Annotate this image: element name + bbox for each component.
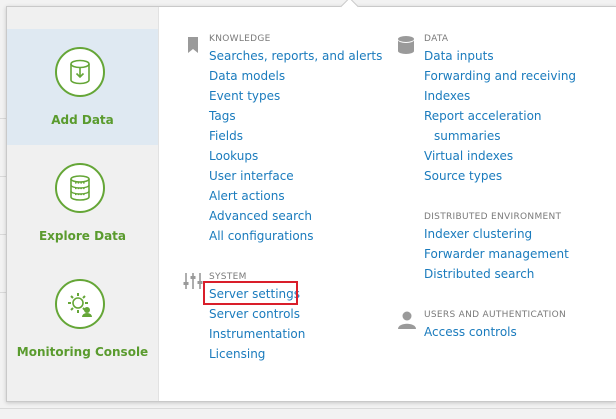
user-icon (398, 311, 416, 333)
database-icon (398, 36, 414, 58)
background-divider (0, 408, 616, 409)
link-forwarder-management[interactable]: Forwarder management (424, 244, 569, 264)
link-data-inputs[interactable]: Data inputs (424, 46, 576, 66)
users-section: USERS AND AUTHENTICATION Access controls (424, 308, 566, 342)
explore-data-tile[interactable]: Explore Data (7, 145, 158, 261)
link-server-controls[interactable]: Server controls (209, 304, 305, 324)
settings-dropdown-menu: Add Data Explore Data Monitoring Console… (6, 0, 616, 402)
link-licensing[interactable]: Licensing (209, 344, 305, 364)
link-source-types[interactable]: Source types (424, 166, 576, 186)
quick-actions-pane: Add Data Explore Data Monitoring Console (7, 7, 159, 401)
system-heading: SYSTEM (209, 272, 247, 282)
users-heading: USERS AND AUTHENTICATION (424, 310, 566, 320)
monitoring-console-label: Monitoring Console (16, 345, 149, 359)
add-data-icon (55, 47, 105, 97)
link-searches-reports-alerts[interactable]: Searches, reports, and alerts (209, 46, 382, 66)
link-server-settings[interactable]: Server settings (203, 281, 305, 305)
bookmark-icon (188, 37, 198, 57)
link-report-acceleration-summaries[interactable]: summaries (424, 126, 576, 146)
link-distributed-search[interactable]: Distributed search (424, 264, 569, 284)
link-data-models[interactable]: Data models (209, 66, 382, 86)
link-alert-actions[interactable]: Alert actions (209, 186, 382, 206)
distributed-section: DISTRIBUTED ENVIRONMENT Indexer clusteri… (424, 210, 569, 284)
sliders-icon (183, 273, 203, 293)
link-report-acceleration[interactable]: Report acceleration (424, 106, 576, 126)
explore-data-icon (55, 163, 105, 213)
data-heading: DATA (424, 34, 449, 44)
link-event-types[interactable]: Event types (209, 86, 382, 106)
link-virtual-indexes[interactable]: Virtual indexes (424, 146, 576, 166)
monitoring-console-tile[interactable]: Monitoring Console (7, 261, 158, 377)
link-indexer-clustering[interactable]: Indexer clustering (424, 224, 569, 244)
system-section: SYSTEM Server settings Server controls I… (203, 270, 305, 364)
link-advanced-search[interactable]: Advanced search (209, 206, 382, 226)
link-instrumentation[interactable]: Instrumentation (209, 324, 305, 344)
link-tags[interactable]: Tags (209, 106, 382, 126)
link-fields[interactable]: Fields (209, 126, 382, 146)
monitoring-console-icon (55, 279, 105, 329)
add-data-tile[interactable]: Add Data (7, 29, 158, 145)
distributed-heading: DISTRIBUTED ENVIRONMENT (424, 212, 562, 222)
link-user-interface[interactable]: User interface (209, 166, 382, 186)
knowledge-section: KNOWLEDGE Searches, reports, and alerts … (209, 32, 382, 246)
link-forwarding-receiving[interactable]: Forwarding and receiving (424, 66, 576, 86)
add-data-label: Add Data (51, 113, 114, 127)
link-lookups[interactable]: Lookups (209, 146, 382, 166)
server-settings-label: Server settings (209, 287, 301, 301)
knowledge-heading: KNOWLEDGE (209, 34, 271, 44)
link-all-configurations[interactable]: All configurations (209, 226, 382, 246)
explore-data-label: Explore Data (38, 229, 126, 243)
data-section: DATA Data inputs Forwarding and receivin… (424, 32, 576, 186)
link-access-controls[interactable]: Access controls (424, 322, 566, 342)
link-indexes[interactable]: Indexes (424, 86, 576, 106)
